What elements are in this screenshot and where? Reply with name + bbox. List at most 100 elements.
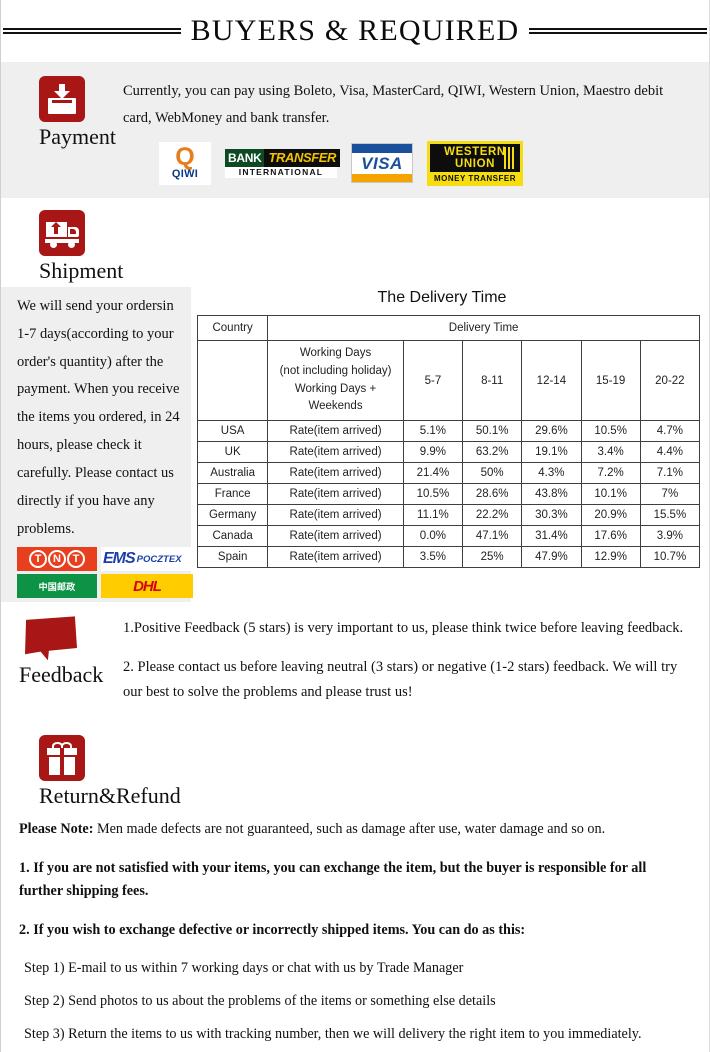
ems-pocztex-logo: EMS POCZTEX [101,547,193,572]
shipment-section: Shipment We will send your ordersin 1-7 … [1,198,709,603]
payment-logos: Q QIWI BANK TRANSFER INTERNATIONAL VISA [123,140,691,186]
row-rate-label: Rate(item arrived) [267,546,404,569]
row-rate-label: Rate(item arrived) [267,504,404,527]
row-value: 4.3% [521,462,582,485]
row-value: 10.7% [639,546,701,569]
page-header: BUYERS & REQUIRED [1,0,709,62]
subheader-blank [196,339,269,422]
row-value: 11.1% [402,504,464,527]
western-union-sub: MONEY TRANSFER [434,173,516,183]
return-item-2: 2. If you wish to exchange defective or … [19,921,526,938]
table-row: UK Rate(item arrived) 9.9% 63.2% 19.1% 3.4% 4.… [196,441,701,464]
row-value: 22.2% [462,504,523,527]
table-row: Germany Rate(item arrived) 11.1% 22.2% 30.3%… [196,504,701,527]
row-value: 20.9% [580,504,641,527]
row-rate-label: Rate(item arrived) [267,420,404,443]
row-value: 10.5% [402,483,464,506]
table-row: USA Rate(item arrived) 5.1% 50.1% 29.6% 10.5%… [196,420,701,443]
feedback-line-2: 2. Please contact us before leaving neut… [123,659,678,701]
table-header-row: Country Delivery Time [196,314,700,341]
header-rule-right [529,28,707,34]
header-rule-left [3,28,181,34]
row-value: 63.2% [462,441,523,464]
payment-title: Payment [39,124,116,149]
header-country: Country [196,314,269,341]
subheader-range: 20-22 [639,339,701,422]
qiwi-mark: Q [175,142,195,171]
return-step: Step 2) Send photos to us about the prob… [24,993,496,1010]
qiwi-logo: Q QIWI [159,141,211,185]
page-title: BUYERS & REQUIRED [190,14,520,47]
row-value: 17.6% [580,525,641,548]
bank-transfer-logo: BANK TRANSFER INTERNATIONAL [225,148,341,178]
table-row: Australia Rate(item arrived) 21.4% 50% 4.3% 7… [196,462,701,485]
row-country: USA [196,420,269,443]
row-value: 4.4% [639,441,701,464]
row-country: Spain [196,546,269,569]
pocztex-label: POCZTEX [136,553,182,565]
feedback-section: Feedback 1.Positive Feedback (5 stars) i… [1,602,709,725]
feedback-line-1: 1.Positive Feedback (5 stars) is very im… [123,620,684,637]
row-value: 4.7% [639,420,701,443]
header-delivery-time: Delivery Time [267,314,700,341]
row-country: Australia [196,462,269,485]
payment-description: Currently, you can pay using Boleto, Vis… [123,83,664,126]
row-value: 29.6% [521,420,582,443]
subheader-range: 12-14 [521,339,582,422]
return-note-text: Men made defects are not guaranteed, suc… [93,821,606,838]
row-value: 7% [639,483,701,506]
row-value: 25% [462,546,523,569]
bank-transfer-word1: BANK [225,148,265,167]
return-step: Step 1) E-mail to us within 7 working da… [24,960,464,977]
table-row: Spain Rate(item arrived) 3.5% 25% 47.9% 12.9%… [196,546,701,569]
china-post-logo: 中国邮政 [17,574,97,599]
shipment-description: We will send your ordersin 1-7 days(acco… [17,297,180,537]
row-value: 12.9% [580,546,641,569]
return-step: Step 3) Return the items to us with trac… [24,1025,642,1042]
delivery-time-table: Country Delivery Time Working Days (not inc… [196,314,701,569]
visa-logo: VISA [351,143,413,184]
row-value: 43.8% [521,483,582,506]
subheader-range: 5-7 [402,339,464,422]
feedback-right: 1.Positive Feedback (5 stars) is very im… [123,616,709,719]
row-value: 19.1% [521,441,582,464]
delivery-table-title: The Delivery Time [377,288,507,306]
row-rate-label: Rate(item arrived) [267,483,404,506]
delivery-table-column: The Delivery Time Country Delivery Time Wo… [191,287,709,602]
shipment-title: Shipment [39,257,124,283]
bank-transfer-word2: TRANSFER [264,148,341,167]
row-value: 3.4% [580,441,641,464]
delivery-truck-icon [39,209,85,256]
subheader-range: 15-19 [580,339,641,422]
return-refund-section: Return&Refund Please Note: Men made defe… [1,725,709,1045]
shipment-text-column: We will send your ordersin 1-7 days(acco… [1,286,193,603]
row-value: 15.5% [639,504,701,527]
row-rate-label: Rate(item arrived) [267,525,404,548]
row-value: 3.9% [639,525,701,548]
dhl-logo: DHL [101,574,193,599]
row-value: 10.1% [580,483,641,506]
row-value: 31.4% [521,525,582,548]
row-country: Germany [196,504,269,527]
payment-section-left: Payment [1,70,123,186]
row-value: 47.1% [462,525,523,548]
row-value: 0.0% [402,525,464,548]
speech-bubble-icon [25,616,77,661]
return-refund-header: Return&Refund [1,735,709,808]
visa-label: VISA [361,153,403,173]
qiwi-label: QIWI [171,167,199,180]
courier-logos: TNT EMS POCZTEX 中国邮政 DHL [17,547,193,602]
payment-section-right: Currently, you can pay using Boleto, Vis… [123,70,709,186]
page-root: BUYERS & REQUIRED Payment Currently, you… [0,0,710,1052]
row-rate-label: Rate(item arrived) [267,462,404,485]
dhl-label: DHL [133,577,162,595]
row-value: 7.1% [639,462,701,485]
gift-box-icon [39,735,85,782]
row-value: 50.1% [462,420,523,443]
feedback-left: Feedback [1,616,123,719]
return-refund-title: Return&Refund [39,783,181,809]
payment-section: Payment Currently, you can pay using Bol… [1,62,709,198]
bank-transfer-sub: INTERNATIONAL [225,166,337,178]
row-value: 21.4% [402,462,464,485]
table-subheader-row: Working Days (not including holiday) Worki… [196,339,701,422]
